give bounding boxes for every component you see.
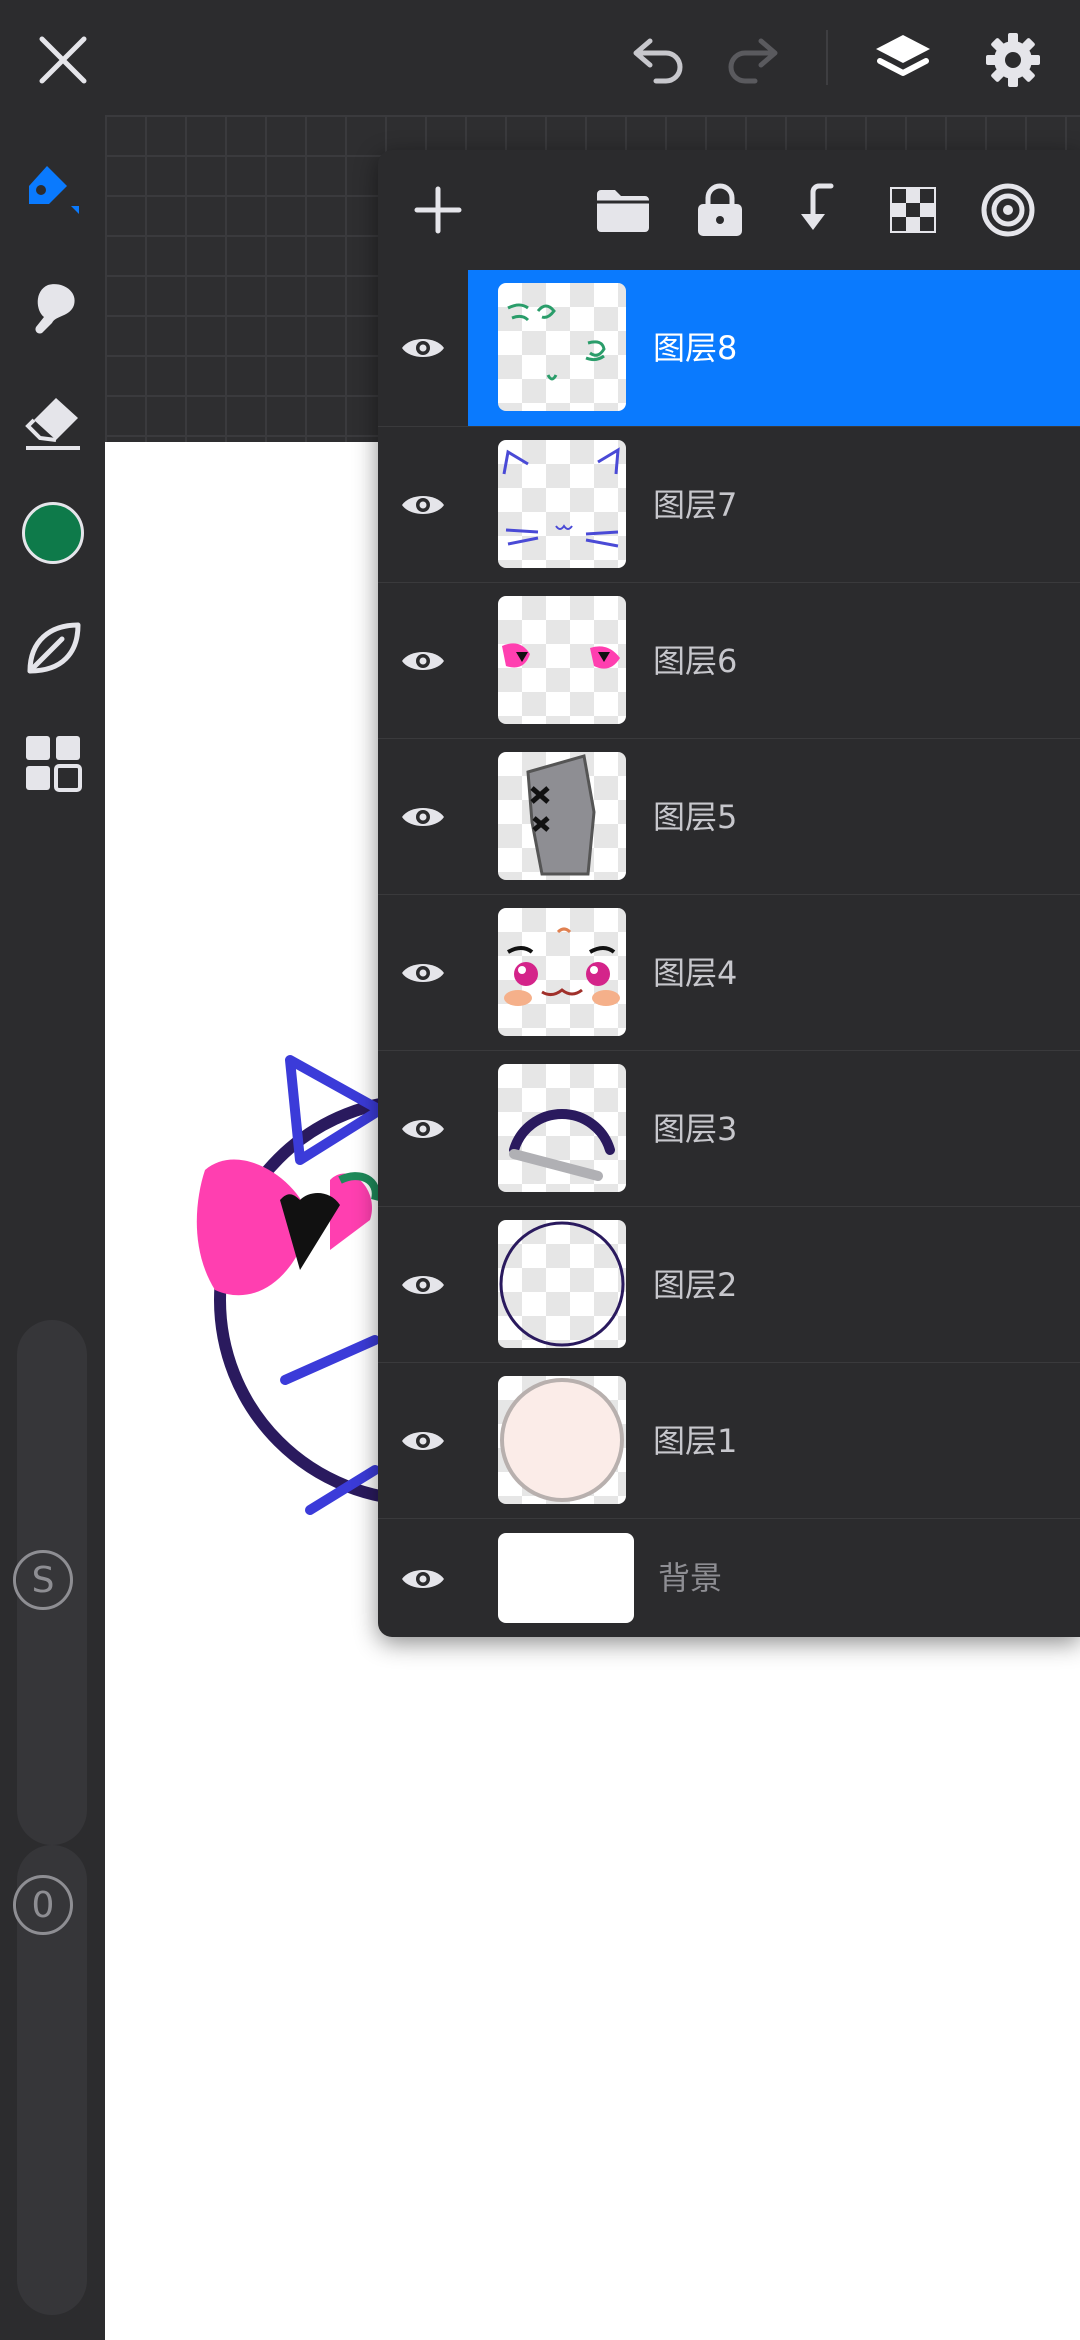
- layer-thumbnail: [498, 1220, 626, 1348]
- layer-row[interactable]: 图层4: [378, 894, 1080, 1051]
- opacity-label: 0: [31, 1884, 55, 1926]
- layer-item[interactable]: 图层1: [468, 1363, 1080, 1519]
- eye-icon[interactable]: [378, 1363, 468, 1519]
- eye-icon[interactable]: [378, 1519, 468, 1637]
- eye-icon[interactable]: [378, 427, 468, 583]
- brush-size-label: S: [31, 1559, 55, 1601]
- layer-thumbnail: [498, 440, 626, 568]
- lock-icon[interactable]: [690, 180, 750, 240]
- layer-item[interactable]: 图层8: [468, 270, 1080, 426]
- layer-name: 图层5: [653, 798, 738, 836]
- layer-thumbnail: [498, 908, 626, 1036]
- layer-row[interactable]: 图层3: [378, 1050, 1080, 1207]
- layer-name: 图层1: [653, 1422, 738, 1460]
- brush-size-slider[interactable]: S: [13, 1320, 87, 1845]
- opacity-slider[interactable]: 0: [13, 1845, 87, 2315]
- eye-icon[interactable]: [378, 895, 468, 1051]
- layer-name: 图层4: [653, 954, 738, 992]
- layer-row[interactable]: 图层1: [378, 1362, 1080, 1519]
- background-layer-item[interactable]: 背景: [468, 1519, 1080, 1637]
- layer-thumbnail: [498, 752, 626, 880]
- color-swatch[interactable]: [15, 495, 90, 570]
- layer-row[interactable]: 图层6: [378, 582, 1080, 739]
- layers-toolbar: [378, 150, 1080, 270]
- checker-icon[interactable]: [883, 180, 943, 240]
- layer-name: 图层6: [653, 642, 738, 680]
- layer-thumbnail: [498, 1064, 626, 1192]
- layer-item[interactable]: 图层6: [468, 583, 1080, 739]
- background-layer-name: 背景: [658, 1559, 723, 1597]
- layer-thumbnail: [498, 596, 626, 724]
- eye-icon[interactable]: [378, 1207, 468, 1363]
- layer-row[interactable]: 图层2: [378, 1206, 1080, 1363]
- add-icon[interactable]: [408, 180, 468, 240]
- tool-sidebar: S 0: [0, 115, 105, 2340]
- layer-name: 图层7: [653, 486, 738, 524]
- target-icon[interactable]: [978, 180, 1038, 240]
- layer-row[interactable]: 图层8: [378, 270, 1080, 426]
- smudge-icon[interactable]: [15, 270, 90, 345]
- eye-icon[interactable]: [378, 1051, 468, 1207]
- merge-down-icon[interactable]: [786, 180, 846, 240]
- layer-row[interactable]: 图层7: [378, 426, 1080, 583]
- background-color-swatch[interactable]: [498, 1533, 634, 1623]
- layer-item[interactable]: 图层5: [468, 739, 1080, 895]
- eye-icon[interactable]: [378, 739, 468, 895]
- gallery-icon[interactable]: [15, 725, 90, 800]
- layer-item[interactable]: 图层3: [468, 1051, 1080, 1207]
- background-layer-row[interactable]: 背景: [378, 1518, 1080, 1637]
- layer-item[interactable]: 图层7: [468, 427, 1080, 583]
- leaf-icon[interactable]: [15, 610, 90, 685]
- brush-icon[interactable]: [15, 150, 90, 225]
- opacity-knob[interactable]: 0: [13, 1875, 73, 1935]
- layer-row[interactable]: 图层5: [378, 738, 1080, 895]
- layer-thumbnail: [498, 1376, 626, 1504]
- eraser-icon[interactable]: [15, 385, 90, 460]
- layer-item[interactable]: 图层4: [468, 895, 1080, 1051]
- layer-name: 图层2: [653, 1266, 738, 1304]
- layer-thumbnail: [498, 283, 626, 411]
- eye-icon[interactable]: [378, 270, 468, 426]
- layer-name: 图层3: [653, 1110, 738, 1148]
- brush-size-knob[interactable]: S: [13, 1550, 73, 1610]
- layer-item[interactable]: 图层2: [468, 1207, 1080, 1363]
- layers-panel: 图层8 图层7 图层6 图层5 图层4 图层3 图层2 图层1 背景: [378, 150, 1080, 1637]
- layer-name: 图层8: [653, 329, 738, 367]
- folder-icon[interactable]: [593, 180, 653, 240]
- eye-icon[interactable]: [378, 583, 468, 739]
